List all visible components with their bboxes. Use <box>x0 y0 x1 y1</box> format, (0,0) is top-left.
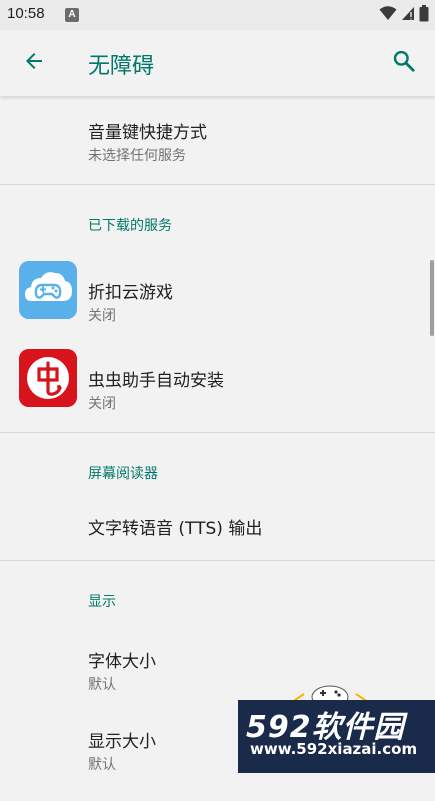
back-button[interactable] <box>14 46 54 80</box>
screen-reader-section: 屏幕阅读器 <box>0 433 435 503</box>
service-item-zhekou-cloud-game[interactable]: 折扣云游戏 关闭 <box>0 256 435 344</box>
search-button[interactable] <box>385 46 423 80</box>
service-summary-zhekou: 关闭 <box>88 308 116 324</box>
status-bar: 10:58 A <box>0 0 435 30</box>
font-size-title: 字体大小 <box>88 652 156 672</box>
display-size-summary: 默认 <box>88 757 116 773</box>
service-summary-chongchong: 关闭 <box>88 396 116 412</box>
service-title-chongchong: 虫虫助手自动安装 <box>88 371 224 391</box>
status-time: 10:58 <box>7 5 45 22</box>
service-item-chongchong[interactable]: 虫虫助手自动安装 关闭 <box>0 345 435 432</box>
cloud-gamepad-icon <box>19 261 77 319</box>
status-icons <box>379 4 429 26</box>
volume-shortcut-title: 音量键快捷方式 <box>88 123 207 143</box>
service-title-zhekou: 折扣云游戏 <box>88 283 173 303</box>
tts-output-title: 文字转语音 (TTS) 输出 <box>88 519 263 539</box>
tts-output-item[interactable]: 文字转语音 (TTS) 输出 <box>0 504 435 560</box>
scrollbar[interactable] <box>430 260 434 336</box>
page-title: 无障碍 <box>88 54 155 79</box>
volume-shortcut-item[interactable]: 音量键快捷方式 未选择任何服务 <box>0 96 435 184</box>
screen-reader-header: 屏幕阅读器 <box>88 466 158 482</box>
chongchong-icon <box>19 349 77 407</box>
downloaded-services-section: 已下载的服务 <box>0 185 435 255</box>
downloaded-services-header: 已下载的服务 <box>88 218 172 234</box>
volume-shortcut-summary: 未选择任何服务 <box>88 148 186 164</box>
wifi-icon <box>379 5 397 25</box>
battery-icon <box>419 4 429 26</box>
display-section: 显示 <box>0 561 435 631</box>
notification-a-icon: A <box>65 8 79 22</box>
display-header: 显示 <box>88 594 116 610</box>
app-bar: 无障碍 <box>0 30 435 96</box>
watermark: 592软件园 www.592xiazai.com <box>238 700 435 773</box>
signal-icon <box>401 5 415 25</box>
watermark-url: www.592xiazai.com <box>250 740 418 758</box>
search-icon <box>391 48 417 78</box>
arrow-left-icon <box>22 49 46 77</box>
font-size-summary: 默认 <box>88 677 116 693</box>
display-size-title: 显示大小 <box>88 732 156 752</box>
